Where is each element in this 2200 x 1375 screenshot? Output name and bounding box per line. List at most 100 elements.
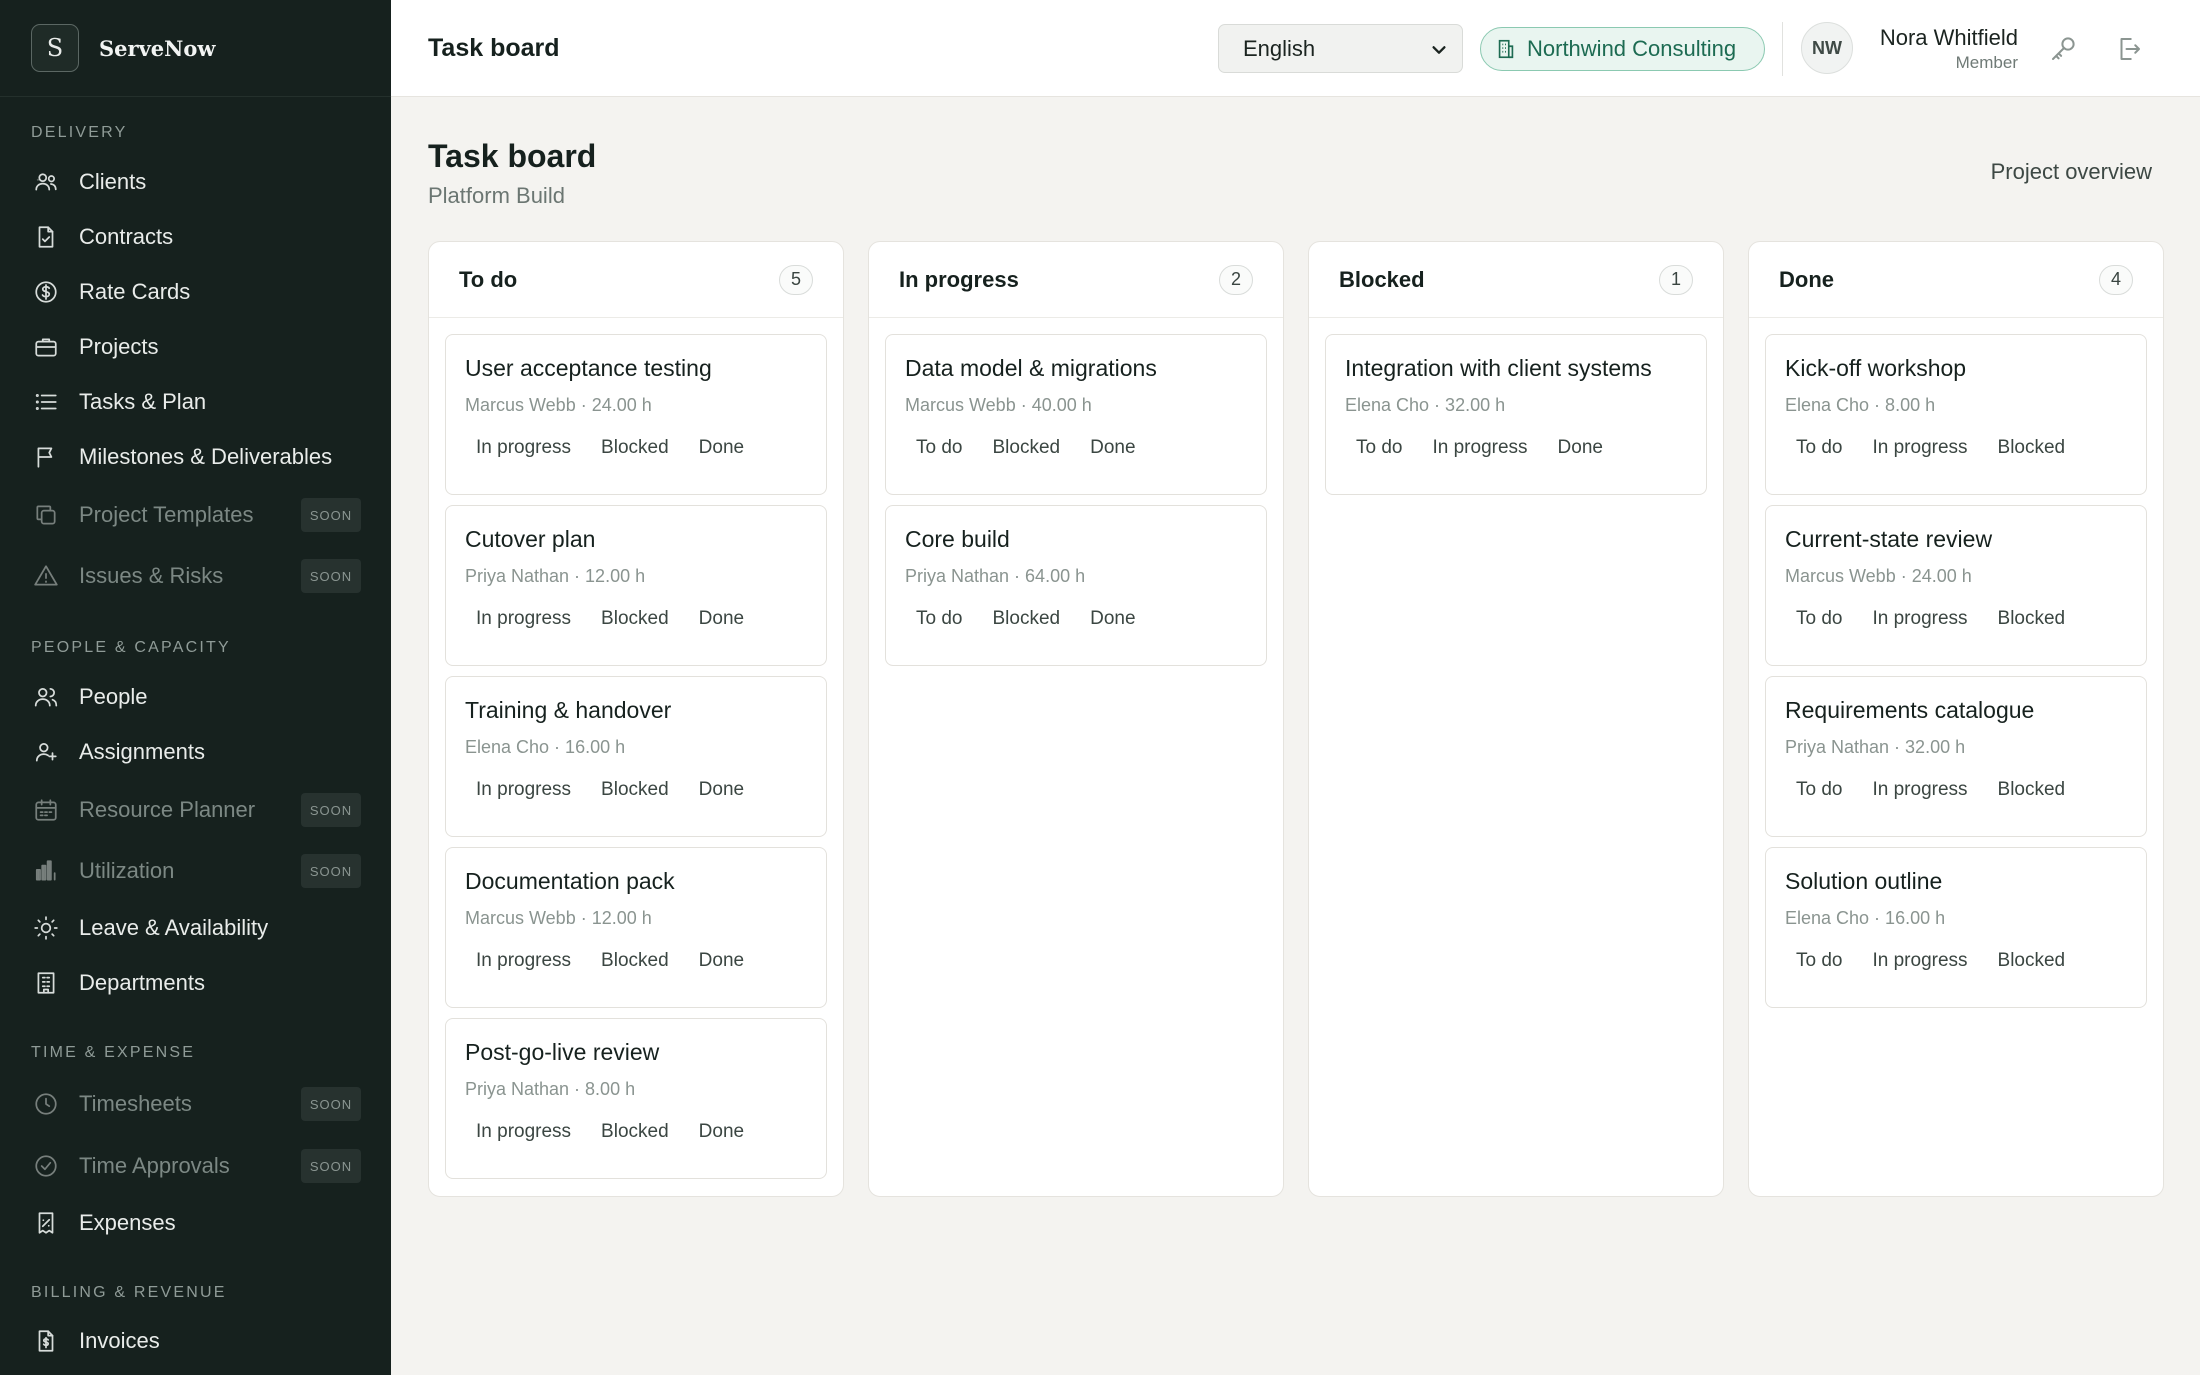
sidebar-item-rate-cards[interactable]: Rate Cards <box>31 272 361 312</box>
column-title: In progress <box>899 266 1019 292</box>
move-to-blocked-button[interactable]: Blocked <box>977 437 1075 461</box>
task-card[interactable]: User acceptance testing Marcus Webb · 24… <box>445 334 827 495</box>
sidebar-item-label: Contracts <box>79 224 174 249</box>
task-meta: Marcus Webb · 24.00 h <box>1785 566 1972 586</box>
sidebar-item-milestones-deliverables[interactable]: Milestones & Deliverables <box>31 437 361 477</box>
copy-icon <box>31 500 61 530</box>
move-to-blocked-button[interactable]: Blocked <box>586 1121 684 1145</box>
task-title: User acceptance testing <box>465 355 712 381</box>
task-card[interactable]: Documentation pack Marcus Webb · 12.00 h… <box>445 847 827 1008</box>
move-to-to-do-button[interactable]: To do <box>901 437 977 461</box>
sidebar-item-label: Assignments <box>79 739 205 764</box>
user-plus-icon <box>31 737 61 767</box>
move-to-blocked-button[interactable]: Blocked <box>586 950 684 974</box>
task-card[interactable]: Training & handover Elena Cho · 16.00 h … <box>445 676 827 837</box>
move-to-done-button[interactable]: Done <box>1075 608 1150 632</box>
sidebar-item-project-templates[interactable]: Project Templates SOON <box>31 495 361 535</box>
user-role: Member <box>1955 53 2018 72</box>
move-to-in-progress-button[interactable]: In progress <box>1857 608 1982 632</box>
avatar[interactable]: NW <box>1801 22 1853 74</box>
column-blocked: Blocked 1 Integration with client system… <box>1308 241 1724 1197</box>
task-card[interactable]: Data model & migrations Marcus Webb · 40… <box>885 334 1267 495</box>
move-to-blocked-button[interactable]: Blocked <box>1983 437 2081 461</box>
project-overview-link[interactable]: Project overview <box>1952 159 2152 185</box>
organization-badge[interactable]: Northwind Consulting <box>1480 27 1765 71</box>
move-to-to-do-button[interactable]: To do <box>901 608 977 632</box>
sidebar-item-projects[interactable]: Projects <box>31 327 361 367</box>
sidebar: S ServeNow DELIVERY Clients Contracts Rate … <box>0 0 391 1375</box>
sidebar-item-clients[interactable]: Clients <box>31 162 361 202</box>
sidebar-item-people[interactable]: People <box>31 677 361 717</box>
logout-icon[interactable] <box>2113 33 2145 65</box>
move-to-blocked-button[interactable]: Blocked <box>1983 950 2081 974</box>
column-count-badge: 4 <box>2099 264 2133 295</box>
language-select[interactable]: English <box>1218 24 1463 73</box>
move-to-done-button[interactable]: Done <box>684 608 759 632</box>
task-meta: Marcus Webb · 24.00 h <box>465 395 652 415</box>
task-card[interactable]: Core build Priya Nathan · 64.00 h To do B… <box>885 505 1267 666</box>
move-to-done-button[interactable]: Done <box>684 779 759 803</box>
task-title: Integration with client systems <box>1345 355 1652 381</box>
move-to-in-progress-button[interactable]: In progress <box>1857 779 1982 803</box>
move-to-to-do-button[interactable]: To do <box>1781 950 1857 974</box>
sidebar-item-time-approvals[interactable]: Time Approvals SOON <box>31 1146 361 1186</box>
move-to-blocked-button[interactable]: Blocked <box>1983 608 2081 632</box>
task-meta: Priya Nathan · 32.00 h <box>1785 737 1966 757</box>
sidebar-item-issues-risks[interactable]: Issues & Risks SOON <box>31 556 361 596</box>
brand-logo[interactable]: S <box>31 24 79 72</box>
task-card[interactable]: Solution outline Elena Cho · 16.00 h To … <box>1765 847 2147 1008</box>
move-to-to-do-button[interactable]: To do <box>1781 437 1857 461</box>
card-list: Integration with client systems Elena Ch… <box>1309 318 1723 495</box>
task-card[interactable]: Kick-off workshop Elena Cho · 8.00 h To … <box>1765 334 2147 495</box>
move-to-done-button[interactable]: Done <box>684 1121 759 1145</box>
task-card[interactable]: Post-go-live review Priya Nathan · 8.00 … <box>445 1018 827 1179</box>
task-meta: Priya Nathan · 8.00 h <box>465 1079 636 1099</box>
move-to-blocked-button[interactable]: Blocked <box>586 779 684 803</box>
task-meta: Elena Cho · 32.00 h <box>1345 395 1506 415</box>
move-to-to-do-button[interactable]: To do <box>1781 779 1857 803</box>
move-to-done-button[interactable]: Done <box>684 950 759 974</box>
move-to-in-progress-button[interactable]: In progress <box>461 608 586 632</box>
sidebar-item-contracts[interactable]: Contracts <box>31 217 361 257</box>
move-to-in-progress-button[interactable]: In progress <box>461 437 586 461</box>
key-icon[interactable] <box>2047 33 2079 65</box>
sidebar-item-invoices[interactable]: Invoices <box>31 1321 361 1361</box>
task-title: Post-go-live review <box>465 1039 660 1065</box>
sidebar-item-departments[interactable]: Departments <box>31 963 361 1003</box>
move-to-in-progress-button[interactable]: In progress <box>1857 950 1982 974</box>
task-card[interactable]: Cutover plan Priya Nathan · 12.00 h In p… <box>445 505 827 666</box>
move-to-to-do-button[interactable]: To do <box>1341 437 1417 461</box>
move-to-blocked-button[interactable]: Blocked <box>1983 779 2081 803</box>
divider <box>1782 22 1783 76</box>
briefcase-icon <box>31 332 61 362</box>
sidebar-item-resource-planner[interactable]: Resource Planner SOON <box>31 790 361 830</box>
move-to-blocked-button[interactable]: Blocked <box>586 437 684 461</box>
move-to-blocked-button[interactable]: Blocked <box>977 608 1075 632</box>
move-to-in-progress-button[interactable]: In progress <box>461 779 586 803</box>
warning-icon <box>31 561 61 591</box>
sidebar-item-timesheets[interactable]: Timesheets SOON <box>31 1084 361 1124</box>
move-to-to-do-button[interactable]: To do <box>1781 608 1857 632</box>
clock-icon <box>31 1089 61 1119</box>
move-to-in-progress-button[interactable]: In progress <box>461 1121 586 1145</box>
sidebar-item-expenses[interactable]: Expenses <box>31 1203 361 1243</box>
sidebar-item-utilization[interactable]: Utilization SOON <box>31 851 361 891</box>
move-to-done-button[interactable]: Done <box>1543 437 1618 461</box>
sidebar-item-leave-availability[interactable]: Leave & Availability <box>31 908 361 948</box>
move-to-done-button[interactable]: Done <box>1075 437 1150 461</box>
move-to-in-progress-button[interactable]: In progress <box>1857 437 1982 461</box>
dollar-circle-icon <box>31 277 61 307</box>
sidebar-item-tasks-plan[interactable]: Tasks & Plan <box>31 382 361 422</box>
task-card[interactable]: Current-state review Marcus Webb · 24.00… <box>1765 505 2147 666</box>
move-to-blocked-button[interactable]: Blocked <box>586 608 684 632</box>
task-card[interactable]: Integration with client systems Elena Ch… <box>1325 334 1707 495</box>
sidebar-item-label: Expenses <box>79 1210 176 1235</box>
sidebar-item-assignments[interactable]: Assignments <box>31 732 361 772</box>
language-select-value: English <box>1243 35 1316 61</box>
card-list: User acceptance testing Marcus Webb · 24… <box>429 318 843 1179</box>
move-to-in-progress-button[interactable]: In progress <box>1417 437 1542 461</box>
task-card[interactable]: Requirements catalogue Priya Nathan · 32… <box>1765 676 2147 837</box>
task-move-actions: In progress Blocked Done <box>461 437 826 461</box>
move-to-in-progress-button[interactable]: In progress <box>461 950 586 974</box>
move-to-done-button[interactable]: Done <box>684 437 759 461</box>
